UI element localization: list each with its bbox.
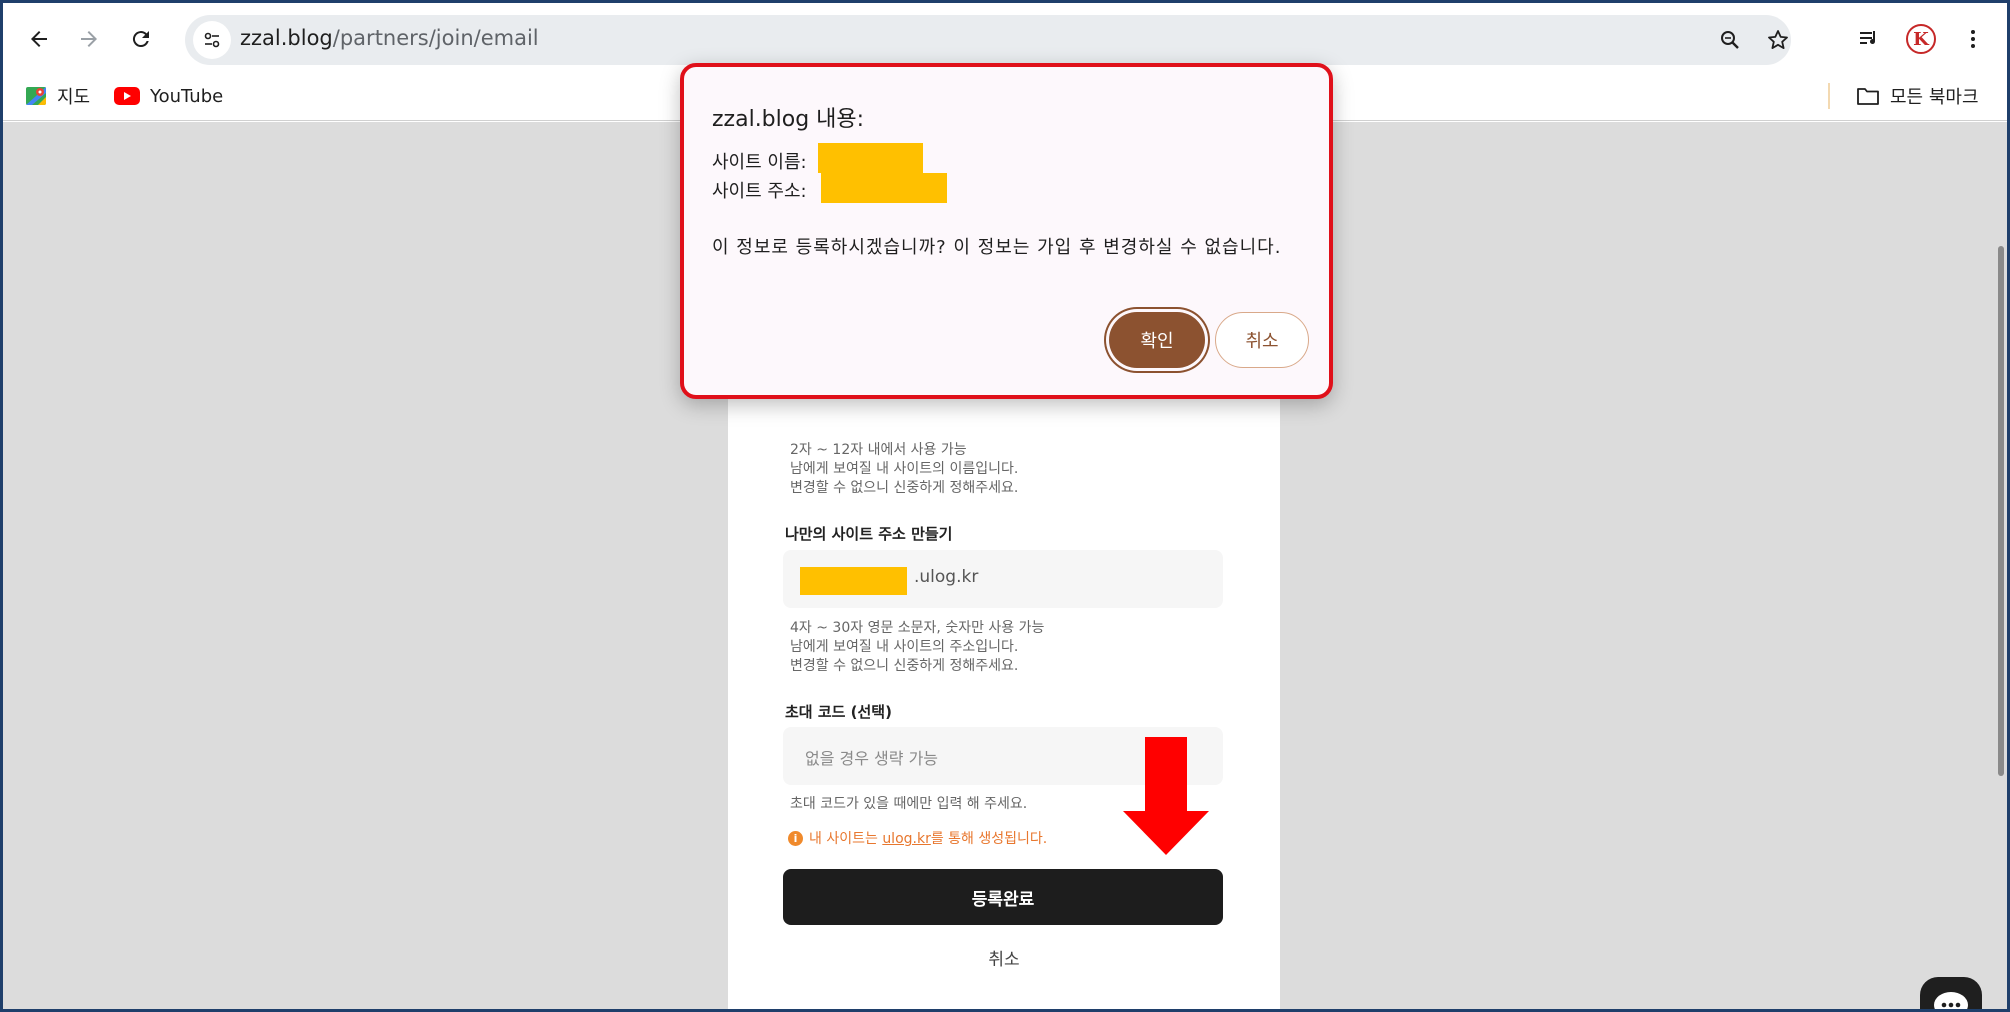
ulog-link[interactable]: ulog.kr — [882, 831, 931, 847]
help-line: 2자 ~ 12자 내에서 사용 가능 — [790, 442, 967, 458]
reload-icon — [132, 31, 149, 48]
info-icon: i — [788, 830, 803, 846]
red-down-arrow-icon — [1123, 737, 1209, 855]
bookmark-star-icon[interactable] — [1763, 25, 1793, 55]
dialog-site-address-label: 사이트 주소: — [712, 181, 807, 202]
invite-code-placeholder: 없을 경우 생략 가능 — [805, 749, 939, 768]
dialog-message: 이 정보로 등록하시겠습니까? 이 정보는 가입 후 변경하실 수 없습니다. — [712, 237, 1282, 258]
page-scrollbar[interactable] — [1994, 122, 2007, 1009]
invite-code-label: 초대 코드 (선택) — [785, 703, 892, 721]
bookmarks-separator — [1828, 83, 1830, 109]
url-text[interactable]: zzal.blog/partners/join/email — [240, 26, 539, 50]
zoom-icon[interactable] — [1715, 25, 1745, 55]
chat-button[interactable] — [1920, 977, 1982, 1009]
site-settings-icon[interactable] — [193, 21, 231, 59]
browser-toolbar: zzal.blog/partners/join/email K — [3, 3, 2007, 71]
back-button[interactable] — [19, 19, 59, 59]
all-bookmarks-button[interactable]: 모든 북마크 — [1856, 81, 1979, 111]
dialog-cancel-button[interactable]: 취소 — [1215, 312, 1309, 368]
dialog-site-name-label: 사이트 이름: — [712, 152, 807, 173]
site-address-suffix: .ulog.kr — [914, 567, 979, 587]
bookmark-label: 지도 — [57, 87, 91, 108]
redacted-site-address — [800, 567, 907, 595]
profile-avatar[interactable]: K — [1901, 19, 1941, 59]
notice-text: 내 사이트는 — [809, 831, 883, 847]
profile-letter: K — [1906, 24, 1936, 54]
maps-icon — [26, 87, 46, 105]
redacted-site-name — [818, 143, 923, 173]
back-arrow-icon — [31, 31, 47, 47]
confirm-dialog: zzal.blog 내용: 사이트 이름: 사이트 주소: 이 정보로 등록하시… — [680, 63, 1333, 399]
dialog-site-address: 사이트 주소: — [712, 177, 807, 203]
site-address-label: 나만의 사이트 주소 만들기 — [785, 525, 953, 543]
bookmark-maps[interactable]: 지도 — [25, 81, 90, 111]
folder-icon — [1857, 88, 1879, 105]
cancel-link[interactable]: 취소 — [728, 945, 1280, 970]
scrollbar-thumb[interactable] — [1998, 246, 2004, 776]
bookmark-youtube[interactable]: YouTube — [114, 81, 223, 111]
address-bar[interactable]: zzal.blog/partners/join/email — [185, 15, 1791, 65]
help-line: 변경할 수 없으니 신중하게 정해주세요. — [790, 480, 1019, 496]
dialog-site-name: 사이트 이름: — [712, 148, 807, 174]
invite-code-help: 초대 코드가 있을 때에만 입력 해 주세요. — [790, 796, 1028, 812]
url-host: zzal.blog — [240, 26, 333, 50]
site-name-help: 2자 ~ 12자 내에서 사용 가능 남에게 보여질 내 사이트의 이름입니다.… — [790, 441, 1018, 498]
browser-window: zzal.blog/partners/join/email K 지도 YouTu… — [3, 3, 2007, 1009]
bookmark-label: YouTube — [150, 85, 224, 107]
help-line: 남에게 보여질 내 사이트의 이름입니다. — [790, 461, 1019, 477]
forward-button[interactable] — [69, 19, 109, 59]
all-bookmarks-label: 모든 북마크 — [1890, 87, 1979, 108]
reload-button[interactable] — [121, 19, 161, 59]
confirm-button[interactable]: 확인 — [1109, 312, 1205, 368]
dialog-title: zzal.blog 내용: — [712, 107, 865, 132]
more-menu-icon[interactable] — [1953, 19, 1993, 59]
url-path: /partners/join/email — [332, 26, 539, 50]
help-line: 남에게 보여질 내 사이트의 주소입니다. — [790, 639, 1019, 655]
site-address-input[interactable]: .ulog.kr — [783, 550, 1223, 608]
youtube-icon — [114, 87, 140, 105]
notice-text: 를 통해 생성됩니다. — [930, 831, 1048, 847]
chat-bubble-icon — [1934, 992, 1968, 1009]
domain-notice: i 내 사이트는 ulog.kr를 통해 생성됩니다. — [788, 828, 1047, 848]
media-control-icon[interactable] — [1849, 19, 1889, 59]
site-address-help: 4자 ~ 30자 영문 소문자, 숫자만 사용 가능 남에게 보여질 내 사이트… — [790, 619, 1044, 676]
help-line: 변경할 수 없으니 신중하게 정해주세요. — [790, 658, 1019, 674]
redacted-site-address — [821, 173, 947, 203]
submit-button[interactable]: 등록완료 — [783, 869, 1223, 925]
forward-arrow-icon — [81, 31, 97, 47]
help-line: 4자 ~ 30자 영문 소문자, 숫자만 사용 가능 — [790, 620, 1045, 636]
